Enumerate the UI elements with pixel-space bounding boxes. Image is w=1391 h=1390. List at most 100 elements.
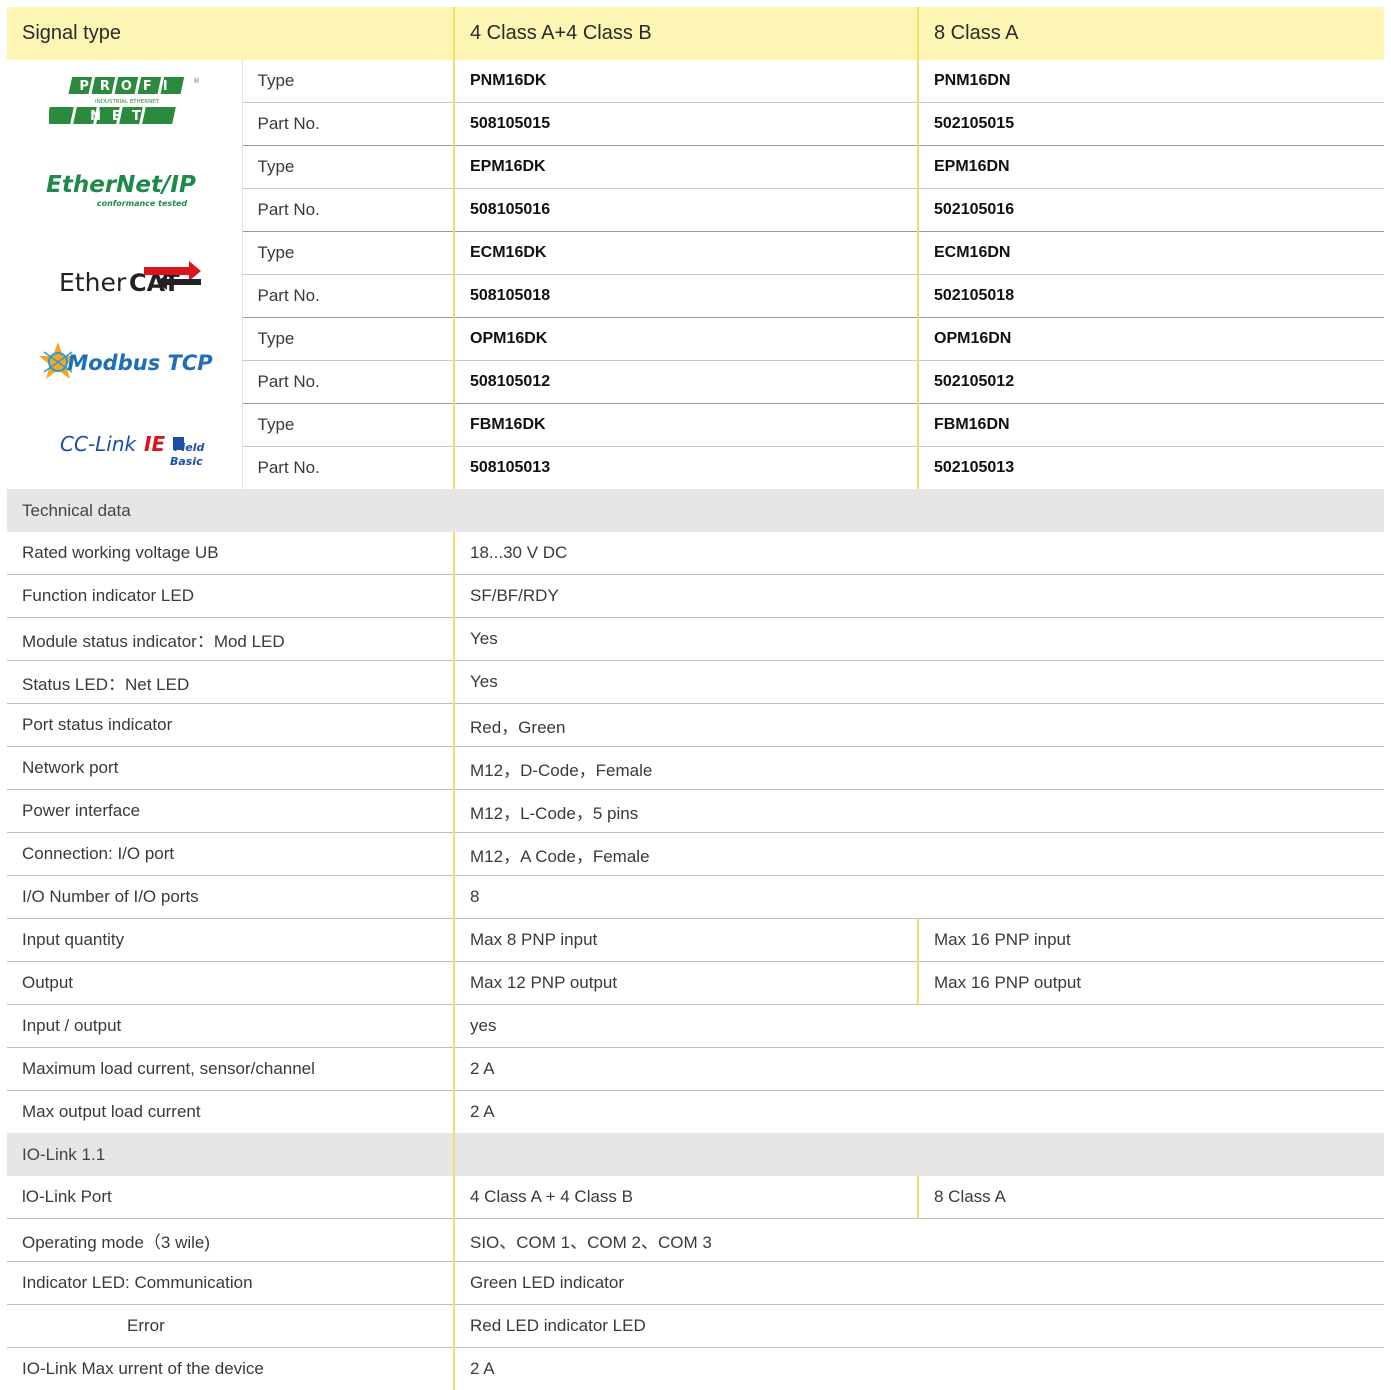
modbus-tcp-logo-icon: Modbus TCP [24, 336, 224, 386]
header-row: Signal type 4 Class A+4 Class B 8 Class … [7, 7, 1384, 60]
class-a-header: 8 Class A [918, 7, 1384, 60]
type-b: PNM16DK [454, 60, 918, 103]
cc-link-text: CC-Link [60, 432, 138, 456]
type-b: EPM16DK [454, 146, 918, 189]
spec-label: Input / output [7, 1005, 454, 1048]
spec-row: Port status indicatorRed，Green [7, 704, 1384, 747]
part-label: Part No. [242, 103, 454, 146]
ether-text: Ether [59, 268, 127, 297]
spec-row: Indicator LED: CommunicationGreen LED in… [7, 1262, 1384, 1305]
ethernet-ip-text: EtherNet/IP [46, 172, 196, 198]
spec-value: Red LED indicator LED [454, 1305, 1384, 1348]
spec-label: Max output load current [7, 1091, 454, 1134]
spec-label: Input quantity [7, 919, 454, 962]
part-b: 508105018 [454, 275, 918, 318]
part-a: 502105013 [918, 447, 1384, 490]
spec-value-b: Max 8 PNP input [454, 919, 918, 962]
modbus-tcp-logo: Modbus TCP [7, 318, 242, 404]
spec-value: 2 A [454, 1091, 1384, 1134]
spec-row: Network portM12，D-Code，Female [7, 747, 1384, 790]
spec-row: Operating mode（3 wile)SIO、COM 1、COM 2、CO… [7, 1219, 1384, 1262]
technical-data-section: Technical data [7, 489, 1384, 532]
type-a: EPM16DN [918, 146, 1384, 189]
spec-value: M12，D-Code，Female [454, 747, 1384, 790]
type-label: Type [242, 146, 454, 189]
spec-row: Rated working voltage UB18...30 V DC [7, 532, 1384, 575]
spec-value: yes [454, 1005, 1384, 1048]
spec-label: Indicator LED: Communication [7, 1262, 454, 1305]
part-b: 508105013 [454, 447, 918, 490]
spec-value: SF/BF/RDY [454, 575, 1384, 618]
net-text: NET [90, 109, 152, 124]
spec-label: Module status indicator：Mod LED [7, 618, 454, 661]
spec-label: Connection: I/O port [7, 833, 454, 876]
ethercat-logo-icon: Ether CAT [39, 250, 209, 300]
type-label: Type [242, 318, 454, 361]
spec-label: Function indicator LED [7, 575, 454, 618]
part-label: Part No. [242, 361, 454, 404]
io-link-title: IO-Link 1.1 [7, 1133, 454, 1176]
spec-label: IO-Link Max urrent of the device [7, 1348, 454, 1390]
spec-value: 18...30 V DC [454, 532, 1384, 575]
conformance-text: conformance tested [97, 199, 188, 208]
spec-row: ErrorRed LED indicator LED [7, 1305, 1384, 1348]
spec-value: 2 A [454, 1348, 1384, 1390]
svg-text:®: ® [193, 77, 199, 85]
part-b: 508105012 [454, 361, 918, 404]
modbus-text: Modbus TCP [68, 351, 214, 375]
protocol-row: Ether CAT Type ECM16DK ECM16DN [7, 232, 1384, 275]
spec-label: I/O Number of I/O ports [7, 876, 454, 919]
spec-sheet: Signal type 4 Class A+4 Class B 8 Class … [7, 7, 1384, 1390]
spec-value-b: 4 Class A + 4 Class B [454, 1176, 918, 1219]
protocol-row: CC-Link IE Field Basic Type FBM16DK FBM1… [7, 404, 1384, 447]
spec-row: I/O Number of I/O ports8 [7, 876, 1384, 919]
spec-label: Rated working voltage UB [7, 532, 454, 575]
ethernet-ip-logo: EtherNet/IP conformance tested [7, 146, 242, 232]
ethercat-logo: Ether CAT [7, 232, 242, 318]
field-text: Field [174, 441, 205, 454]
spec-row: OutputMax 12 PNP outputMax 16 PNP output [7, 962, 1384, 1005]
part-b: 508105015 [454, 103, 918, 146]
spec-label: lO-Link Port [7, 1176, 454, 1219]
type-b: FBM16DK [454, 404, 918, 447]
spec-value-a: Max 16 PNP input [918, 919, 1384, 962]
profinet-text: PROFI [80, 79, 179, 94]
type-label: Type [242, 232, 454, 275]
spec-label: Output [7, 962, 454, 1005]
spec-value: Yes [454, 661, 1384, 704]
spec-label: Operating mode（3 wile) [7, 1219, 454, 1262]
spec-value: Red，Green [454, 704, 1384, 747]
spec-value: 8 [454, 876, 1384, 919]
spec-value: Yes [454, 618, 1384, 661]
ie-text: IE [144, 432, 165, 456]
type-b: OPM16DK [454, 318, 918, 361]
part-a: 502105012 [918, 361, 1384, 404]
part-label: Part No. [242, 189, 454, 232]
spec-value-a: Max 16 PNP output [918, 962, 1384, 1005]
spec-row: Power interfaceM12，L-Code，5 pins [7, 790, 1384, 833]
cc-link-logo-icon: CC-Link IE Field Basic [34, 421, 214, 471]
spec-row: Function indicator LEDSF/BF/RDY [7, 575, 1384, 618]
spec-row: Max output load current2 A [7, 1091, 1384, 1134]
protocol-row: Modbus TCP Type OPM16DK OPM16DN [7, 318, 1384, 361]
cc-link-ie-field-basic-logo: CC-Link IE Field Basic [7, 404, 242, 490]
spec-row: Input quantityMax 8 PNP inputMax 16 PNP … [7, 919, 1384, 962]
spec-row: Status LED：Net LEDYes [7, 661, 1384, 704]
type-label: Type [242, 404, 454, 447]
spec-label: Error [7, 1305, 454, 1348]
part-label: Part No. [242, 275, 454, 318]
type-a: ECM16DN [918, 232, 1384, 275]
spec-row: Module status indicator：Mod LEDYes [7, 618, 1384, 661]
spec-label: Power interface [7, 790, 454, 833]
io-link-title-blank [454, 1133, 1384, 1176]
technical-data-title: Technical data [7, 489, 1384, 532]
spec-label: Port status indicator [7, 704, 454, 747]
part-a: 502105016 [918, 189, 1384, 232]
class-b-header: 4 Class A+4 Class B [454, 7, 918, 60]
spec-value: M12，A Code，Female [454, 833, 1384, 876]
spec-label: Network port [7, 747, 454, 790]
profinet-logo-icon: PROFI INDUSTRIAL ETHERNET NET ® [49, 73, 199, 133]
spec-value: Green LED indicator [454, 1262, 1384, 1305]
part-a: 502105018 [918, 275, 1384, 318]
spec-row: Connection: I/O portM12，A Code，Female [7, 833, 1384, 876]
